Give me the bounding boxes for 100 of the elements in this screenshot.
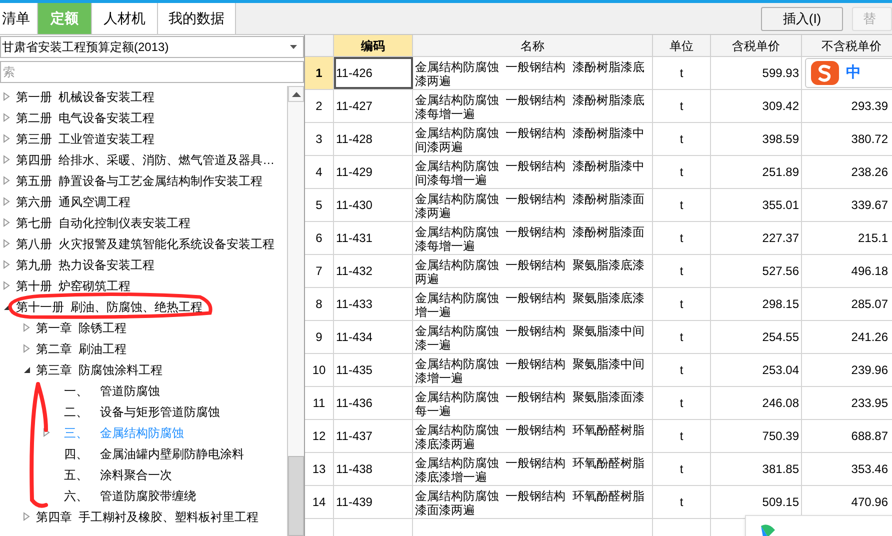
table-cell-text: 238.26 (850, 164, 889, 181)
item-label: 设备与矩形管道防腐蚀 (100, 404, 220, 420)
table-cell: t (653, 255, 711, 287)
expand-arrow-icon[interactable] (3, 176, 10, 185)
table-cell: t (653, 288, 711, 320)
expand-arrow-icon[interactable] (3, 260, 10, 269)
table-cell: 309.42 (711, 90, 802, 122)
item-number: 四、 (64, 446, 88, 462)
table-cell: 298.15 (711, 288, 802, 320)
expand-arrow-icon[interactable] (3, 218, 10, 227)
news-logo-icon (760, 524, 776, 536)
column-header[interactable]: 编码 (334, 35, 413, 56)
table-cell: 金属结构防腐蚀 一般钢结构 聚氨脂漆面漆每一遍 (413, 387, 653, 419)
item-label: 金属油罐内壁刷防静电涂料 (100, 446, 244, 462)
item-number: 二、 (64, 404, 88, 420)
item-label: 涂料聚合一次 (100, 466, 172, 484)
table-cell: 251.89 (711, 156, 802, 188)
table-cell: t (653, 123, 711, 155)
table-cell: 11-438 (334, 453, 413, 485)
expand-arrow-icon[interactable] (3, 155, 10, 164)
tree-item[interactable]: 二、 设备与矩形管道防腐蚀 (63, 402, 221, 420)
ime-toolbar[interactable]: 中 (805, 58, 892, 88)
table-cell: 金属结构防腐蚀 一般钢结构 环氧酚醛树脂漆底漆增一遍 (413, 453, 653, 485)
dropdown-caret-icon (290, 45, 297, 49)
collapse-arrow-icon[interactable] (23, 365, 30, 374)
tree-item[interactable]: 四、 金属油罐内壁刷防静电涂料 (63, 444, 245, 462)
toolbar-button[interactable]: 插入(I) (761, 6, 843, 30)
tree-item[interactable]: 一、 管道防腐蚀 (63, 382, 161, 400)
expand-arrow-icon[interactable] (3, 197, 10, 206)
table-cell: 金属结构防腐蚀 一般钢结构 漆酚树脂漆面漆每增一遍 (413, 222, 653, 254)
expand-arrow-icon[interactable] (3, 134, 10, 143)
tree-item[interactable]: 第六册 通风空调工程 (15, 192, 132, 210)
tree-item[interactable]: 六、 管道防腐胶带缠绕 (63, 486, 197, 504)
table-cell-text: 380.72 (850, 131, 889, 148)
tab[interactable]: 清单 (0, 3, 38, 34)
table-cell: 398.59 (711, 123, 802, 155)
table-cell: 599.93 (711, 57, 802, 89)
table-cell: 11-426 (334, 57, 413, 89)
tree-item[interactable]: 第四章 手工糊衬及橡胶、塑料板衬里工程 (35, 508, 260, 526)
table-cell: t (653, 156, 711, 188)
table-cell: 金属结构防腐蚀 一般钢结构 漆酚树脂漆底漆每增一遍 (413, 90, 653, 122)
table-cell: 金属结构防腐蚀 一般钢结构 聚氨脂漆中间漆一遍 (413, 321, 653, 353)
tree-item[interactable]: 第二章 刷油工程 (35, 340, 128, 358)
tree-item[interactable]: 第三章 防腐蚀涂料工程 (35, 360, 164, 378)
column-header[interactable]: 不含税单价 (802, 35, 892, 56)
table-cell: 355.01 (711, 189, 802, 221)
expand-arrow-icon[interactable] (23, 323, 30, 332)
tree-item[interactable]: 第三册 工业管道安装工程 (15, 130, 156, 148)
table-cell: 金属结构防腐蚀 一般钢结构 聚氨脂漆中间漆增一遍 (413, 354, 653, 386)
tree-item[interactable]: 第一章 除锈工程 (35, 318, 128, 336)
expand-arrow-icon[interactable] (3, 113, 10, 122)
expand-arrow-icon[interactable] (3, 92, 10, 101)
table-cell: t (653, 222, 711, 254)
table-cell: 11-435 (334, 354, 413, 386)
table-cell-text: 496.18 (850, 263, 889, 280)
item-number: 三、 (64, 424, 88, 442)
table-cell: 金属结构防腐蚀 一般钢结构 聚氨脂漆底漆增一遍 (413, 288, 653, 320)
table-cell: 11-429 (334, 156, 413, 188)
library-dropdown[interactable]: 甘肃省安装工程预算定额(2013) (0, 36, 304, 58)
table-cell: 750.39 (711, 420, 802, 452)
column-header[interactable]: 含税单价 (711, 35, 802, 56)
scrollbar-thumb[interactable] (288, 456, 304, 536)
table-cell: 11-439 (334, 486, 413, 518)
ime-logo-icon[interactable] (810, 60, 840, 86)
table-cell-text: 470.96 (850, 494, 889, 511)
table-cell: 金属结构防腐蚀 一般钢结构 漆酚树脂漆中间漆两遍 (413, 123, 653, 155)
scroll-up-icon[interactable] (292, 92, 300, 96)
expand-arrow-icon[interactable] (43, 428, 50, 437)
tab[interactable]: 人材机 (92, 3, 158, 34)
table-cell: t (653, 321, 711, 353)
table-cell: 11-433 (334, 288, 413, 320)
table-cell: 227.37 (711, 222, 802, 254)
table-cell: 金属结构防腐蚀 一般钢结构 聚氨脂漆底漆两遍 (413, 255, 653, 287)
table-cell: 金属结构防腐蚀 一般钢结构 环氧酚醛树脂漆面漆两遍 (413, 486, 653, 518)
tree-item[interactable]: 第二册 电气设备安装工程 (15, 108, 156, 126)
table-cell: 金属结构防腐蚀 一般钢结构 环氧酚醛树脂漆底漆两遍 (413, 420, 653, 452)
table-cell-text: 339.67 (850, 197, 889, 214)
tree-item[interactable]: 第八册 火灾报警及建筑智能化系统设备安装工程 (15, 234, 276, 252)
expand-arrow-icon[interactable] (23, 344, 30, 353)
tree-item[interactable]: 第十一册 刷油、防腐蚀、绝热工程 (15, 298, 204, 316)
table-cell: 11-428 (334, 123, 413, 155)
expand-arrow-icon[interactable] (3, 281, 10, 290)
column-header[interactable]: 名称 (413, 35, 653, 56)
expand-arrow-icon[interactable] (23, 512, 30, 521)
search-field[interactable]: 索 (0, 61, 304, 83)
tree-item[interactable]: 第七册 自动化控制仪表安装工程 (15, 214, 192, 232)
tree-item[interactable]: 五、 涂料聚合一次 (63, 466, 173, 484)
tree-item[interactable]: 第五册 静置设备与工艺金属结构制作安装工程 (15, 172, 264, 190)
row-number[interactable]: 1 (305, 57, 334, 89)
ime-mode[interactable]: 中 (846, 62, 861, 84)
tree-item[interactable]: 第十册 炉窑砌筑工程 (15, 276, 132, 294)
column-header[interactable]: 单位 (653, 35, 711, 56)
expand-arrow-icon[interactable] (3, 239, 10, 248)
table-cell: t (653, 57, 711, 89)
tree-item[interactable]: 第四册 给排水、采暖、消防、燃气管道及器具… (15, 150, 276, 168)
item-number: 六、 (64, 488, 88, 504)
tree-item[interactable]: 第九册 热力设备安装工程 (15, 256, 156, 274)
tree-item[interactable]: 第一册 机械设备安装工程 (15, 88, 156, 106)
tab[interactable]: 我的数据 (158, 3, 236, 34)
scrollbar[interactable] (287, 86, 304, 536)
